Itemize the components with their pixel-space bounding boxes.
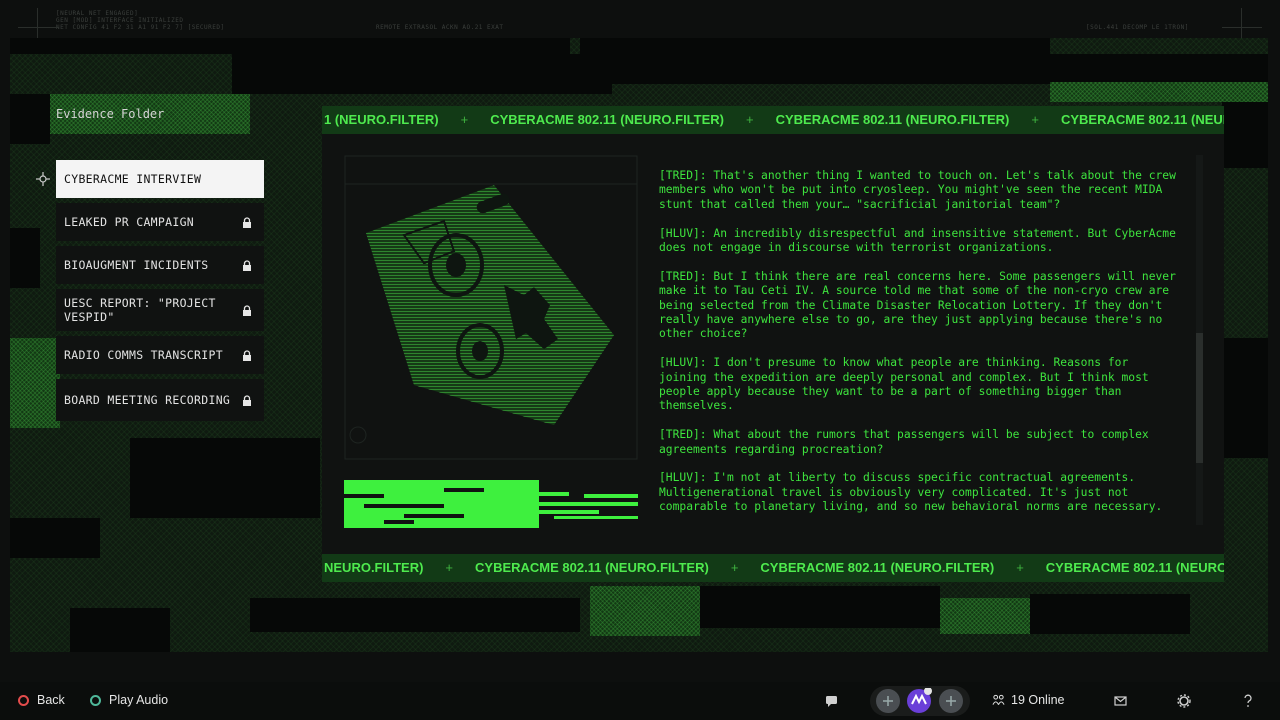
- evidence-folder-title: Evidence Folder: [56, 107, 165, 121]
- chat-icon[interactable]: [818, 688, 844, 714]
- interview-transcript: [TRED]: That's another thing I wanted to…: [659, 169, 1179, 541]
- online-count[interactable]: 19 Online: [992, 693, 1065, 707]
- transcript-paragraph: [TRED]: What about the rumors that passe…: [659, 428, 1149, 456]
- ticker-separator: +: [1031, 112, 1039, 127]
- evidence-item-label: BOARD MEETING RECORDING: [64, 393, 231, 407]
- ticker-text: CYBERACME 802.11 (NEURO.FILTER): [1045, 560, 1224, 575]
- evidence-item-label: CYBERACME INTERVIEW: [64, 172, 202, 186]
- evidence-item-bioaugment-incidents[interactable]: BIOAUGMENT INCIDENTS: [56, 246, 264, 284]
- add-player-icon[interactable]: [938, 688, 964, 714]
- ticker-bottom: NEURO.FILTER) + CYBERACME 802.11 (NEURO.FI…: [322, 554, 1224, 582]
- evidence-item-uesc-report[interactable]: UESC REPORT: "PROJECT VESPID": [56, 289, 264, 331]
- transcript-paragraph: [HLUV]: An incredibly disrespectful and …: [659, 226, 1176, 255]
- lock-icon: [243, 305, 251, 316]
- evidence-item-label: BIOAUGMENT INCIDENTS: [64, 258, 209, 272]
- decomp-status-text: [SOL.441 DECOMP LE 1TRON]: [1086, 24, 1189, 31]
- ticker-separator: +: [460, 112, 469, 127]
- ticker-text: CYBERACME 802.11 (NEURO.FILTER): [775, 112, 1010, 127]
- evidence-list: CYBERACME INTERVIEW LEAKED PR CAMPAIGN B…: [56, 160, 264, 426]
- ticker-text: CYBERACME 802.11 (NEURO.FILTER): [760, 560, 995, 575]
- id-card-hologram-image: [344, 155, 638, 460]
- evidence-item-board-meeting-recording[interactable]: BOARD MEETING RECORDING: [56, 379, 264, 421]
- transcript-paragraph: [TRED]: That's another thing I wanted to…: [659, 169, 1176, 211]
- ticker-text: CYBERACME 802.11 (NEURO.FILTER): [1060, 112, 1224, 127]
- evidence-item-leaked-pr-campaign[interactable]: LEAKED PR CAMPAIGN: [56, 203, 264, 241]
- ticker-separator: +: [445, 560, 454, 575]
- help-icon[interactable]: [1235, 688, 1261, 714]
- evidence-item-label: RADIO COMMS TRANSCRIPT: [64, 348, 223, 362]
- online-count-label: 19 Online: [1011, 693, 1065, 707]
- ticker-top: 1 (NEURO.FILTER) + CYBERACME 802.11 (NEURO…: [322, 106, 1224, 134]
- transcript-scrollbar[interactable]: [1196, 155, 1203, 525]
- settings-gear-icon[interactable]: [1171, 688, 1197, 714]
- system-status-text: [NEURAL NET ENGAGED] GEN [MOD] INTERFACE…: [56, 10, 225, 31]
- back-label: Back: [37, 693, 65, 707]
- evidence-item-label: LEAKED PR CAMPAIGN: [64, 215, 195, 229]
- ticker-tail-text: 1 (NEURO.FILTER): [324, 112, 439, 127]
- circle-button-icon: [18, 694, 29, 706]
- ticker-separator: +: [1016, 560, 1024, 575]
- play-audio-label: Play Audio: [109, 693, 169, 707]
- audio-waveform-image: [344, 480, 638, 528]
- evidence-item-cyberacme-interview[interactable]: CYBERACME INTERVIEW: [56, 160, 264, 198]
- remote-status-text: REMOTE EXTRASOL ACKN AO.21 EXAT: [376, 24, 504, 31]
- triangle-button-icon: [90, 694, 101, 706]
- ticker-text: CYBERACME 802.11 (NEURO.FILTER): [475, 560, 709, 575]
- friends-icon: [992, 694, 1005, 705]
- lock-icon: [243, 350, 251, 361]
- ticker-tail-text: NEURO.FILTER): [324, 560, 424, 575]
- evidence-item-radio-comms-transcript[interactable]: RADIO COMMS TRANSCRIPT: [56, 336, 264, 374]
- mail-icon[interactable]: [1107, 688, 1133, 714]
- ticker-separator: +: [730, 560, 739, 575]
- lock-icon: [243, 260, 251, 271]
- add-player-icon[interactable]: [875, 688, 901, 714]
- play-audio-button[interactable]: Play Audio: [90, 693, 168, 707]
- transcript-paragraph: [TRED]: But I think there are real conce…: [659, 269, 1176, 341]
- transcript-paragraph: [HLUV]: I don't presume to know what peo…: [659, 356, 1149, 413]
- player-avatar-icon[interactable]: [906, 688, 932, 714]
- evidence-item-label: UESC REPORT: "PROJECT VESPID": [64, 296, 216, 324]
- ticker-separator: +: [745, 112, 754, 127]
- lock-icon: [243, 217, 251, 228]
- scrollbar-thumb[interactable]: [1196, 333, 1203, 463]
- transcript-paragraph: [HLUV]: I'm not at liberty to discuss sp…: [659, 471, 1163, 514]
- back-button[interactable]: Back: [18, 693, 65, 707]
- ticker-text: CYBERACME 802.11 (NEURO.FILTER): [490, 112, 724, 127]
- lock-icon: [243, 395, 251, 406]
- pointer-cursor-icon: [36, 172, 50, 186]
- bottom-bar: [0, 682, 1280, 720]
